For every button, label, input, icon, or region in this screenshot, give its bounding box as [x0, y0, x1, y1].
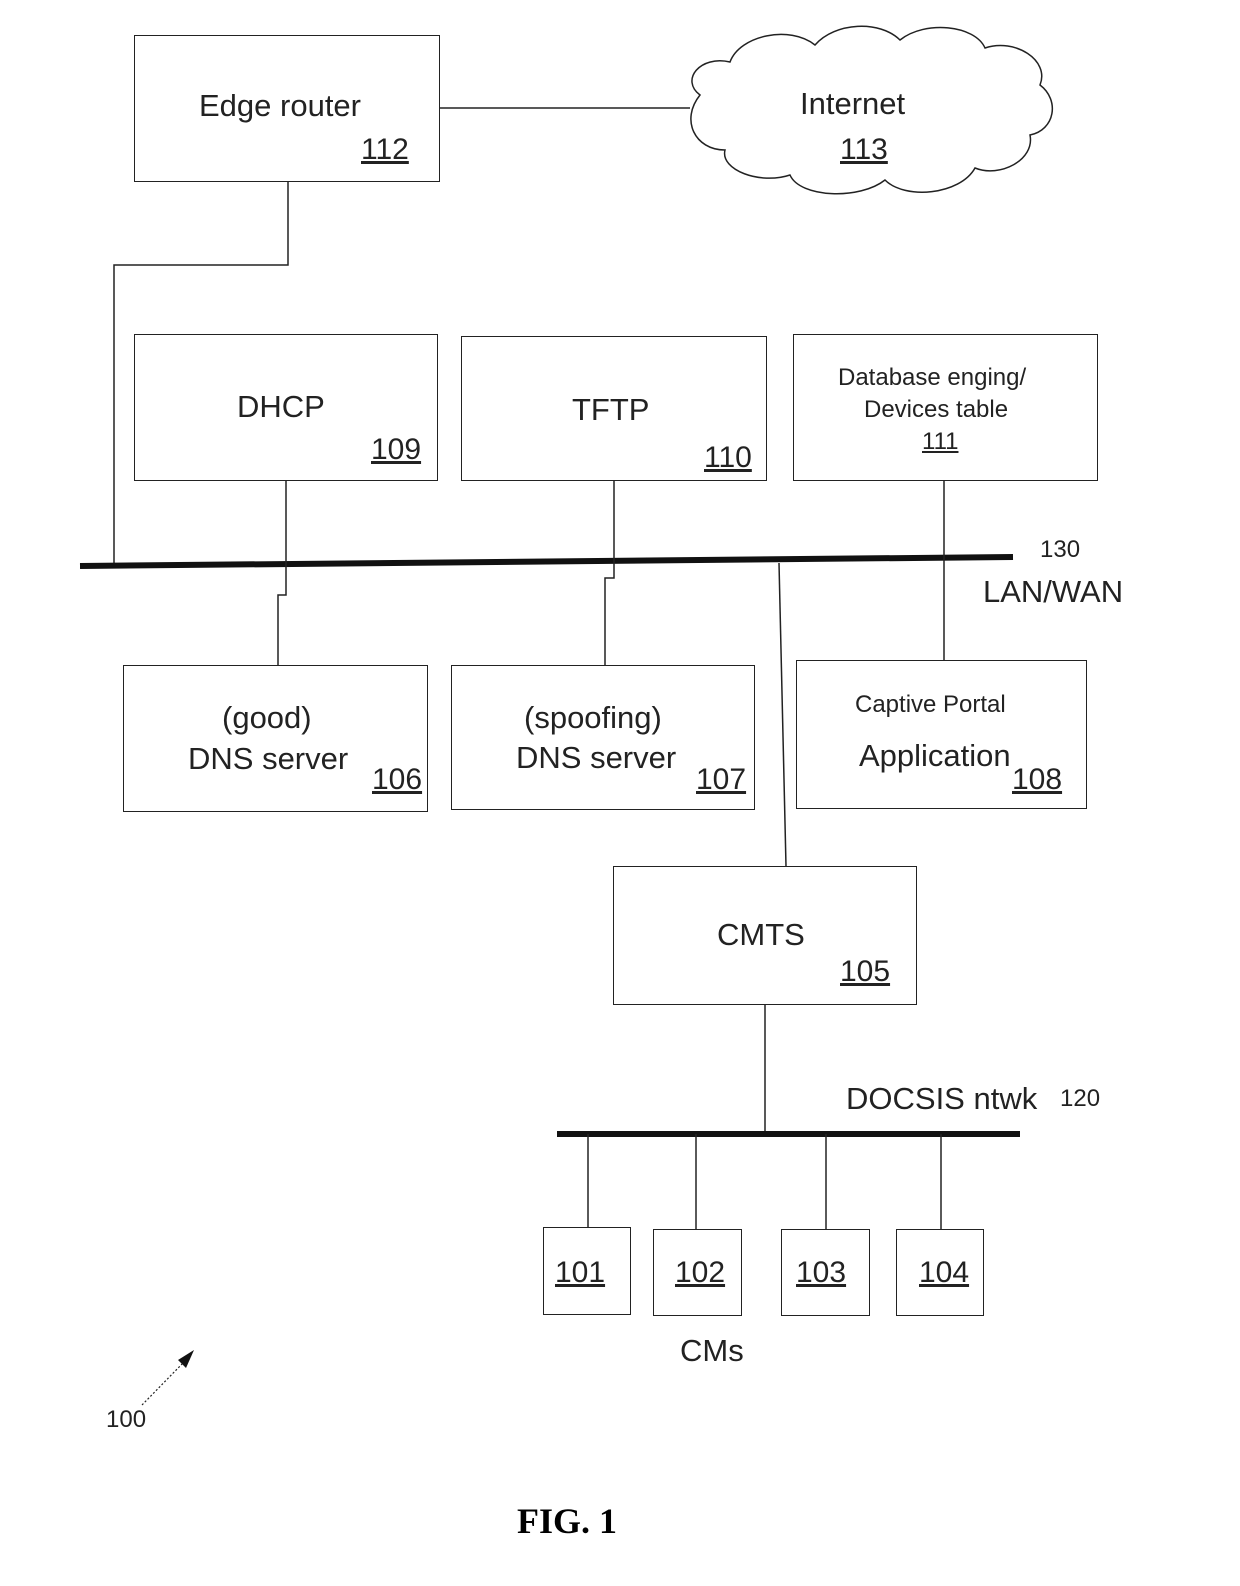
cm-ref-101: 101 — [555, 1256, 606, 1289]
database-box: Database enging/ Devices table 111 — [793, 334, 1098, 481]
link-lan-cmts — [778, 562, 787, 867]
system-ref-label: 100 — [106, 1406, 147, 1433]
captive-portal-label-line2: Application — [859, 738, 1011, 773]
cm-box-101: 101 — [543, 1227, 631, 1315]
docsis-label: DOCSIS ntwk — [846, 1081, 1038, 1116]
captive-portal-label-line1: Captive Portal — [855, 691, 1006, 718]
cm-box-102: 102 — [653, 1229, 742, 1316]
cm-ref-104: 104 — [919, 1256, 970, 1289]
cm-box-104: 104 — [896, 1229, 984, 1316]
docsis-ref: 120 — [1060, 1085, 1101, 1112]
tftp-box: TFTP 110 — [461, 336, 767, 481]
cm-box-103: 103 — [781, 1229, 870, 1316]
edge-router-label: Edge router — [199, 88, 361, 123]
lan-wan-ref: 130 — [1040, 536, 1081, 563]
system-ref-arrow-line — [141, 1362, 184, 1406]
captive-portal-box: Captive Portal Application 108 — [796, 660, 1087, 809]
edge-router-box: Edge router 112 — [134, 35, 440, 182]
cm-ref-103: 103 — [796, 1256, 847, 1289]
database-label-line1: Database enging/ — [838, 364, 1027, 391]
tftp-ref: 110 — [704, 441, 752, 474]
spoofing-dns-box: (spoofing) DNS server 107 — [451, 665, 755, 810]
lan-wan-label: LAN/WAN — [983, 574, 1124, 609]
spoofing-dns-label-line1: (spoofing) — [524, 700, 662, 735]
good-dns-label-line2: DNS server — [188, 741, 349, 776]
dhcp-ref: 109 — [371, 433, 422, 466]
edge-router-ref: 112 — [361, 133, 409, 166]
good-dns-label-line1: (good) — [222, 700, 312, 735]
figure-caption: FIG. 1 — [517, 1501, 618, 1541]
spoofing-dns-label-line2: DNS server — [516, 740, 677, 775]
spoofing-dns-ref: 107 — [696, 763, 747, 796]
cmts-label: CMTS — [717, 917, 805, 952]
lan-wan-bus — [79, 554, 1014, 569]
network-diagram: Edge router 112 Internet 113 DHCP 109 TF… — [0, 0, 1240, 1586]
link-dhcp-lan — [277, 481, 287, 665]
internet-ref: 113 — [840, 133, 888, 166]
cm-ref-102: 102 — [675, 1256, 726, 1289]
dhcp-label: DHCP — [237, 389, 325, 424]
tftp-label: TFTP — [572, 392, 650, 427]
link-tftp-lan — [604, 481, 615, 665]
database-label-line2: Devices table — [864, 396, 1009, 423]
cmts-ref: 105 — [840, 955, 891, 988]
good-dns-box: (good) DNS server 106 — [123, 665, 428, 812]
system-ref-arrowhead — [178, 1350, 194, 1368]
cms-label: CMs — [680, 1333, 744, 1368]
dhcp-box: DHCP 109 — [134, 334, 438, 481]
database-ref: 111 — [922, 428, 959, 455]
cmts-box: CMTS 105 — [613, 866, 917, 1005]
good-dns-ref: 106 — [372, 763, 423, 796]
captive-portal-ref: 108 — [1012, 763, 1063, 796]
internet-label: Internet — [800, 86, 906, 121]
